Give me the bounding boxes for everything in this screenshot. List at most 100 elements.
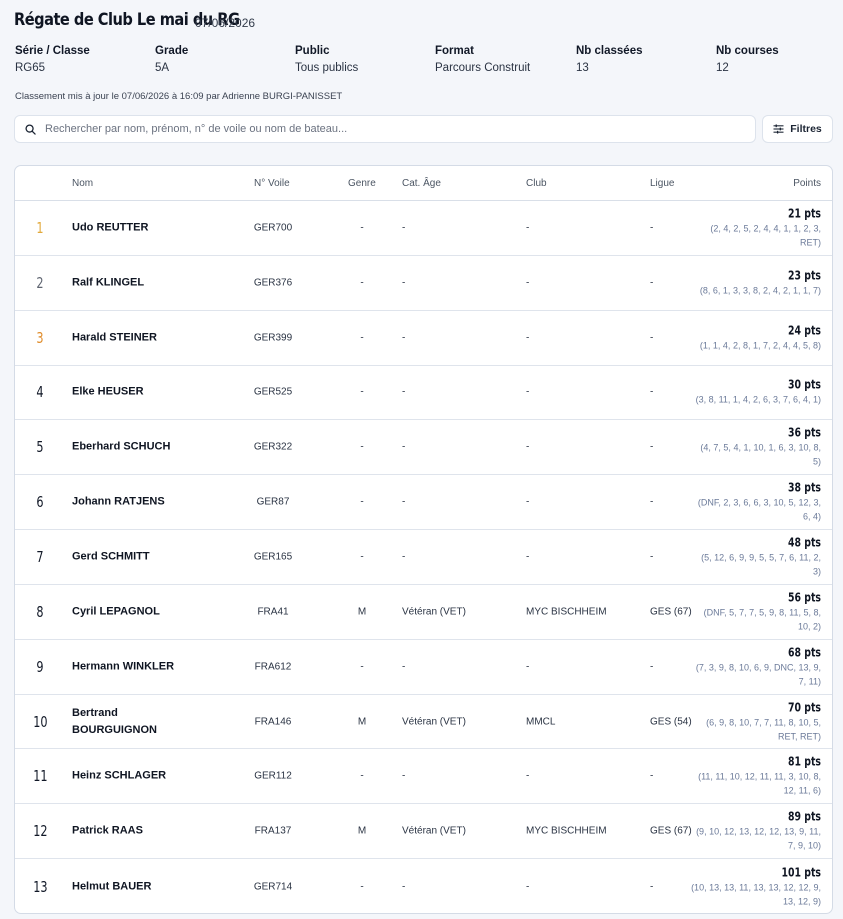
table-row[interactable]: 6 Johann RATJENS GER87 - - - - 38 pts (DNF, 2, 3… bbox=[15, 475, 832, 531]
meta-serie: Série / Classe RG65 bbox=[15, 45, 90, 74]
genre: - bbox=[360, 661, 364, 673]
club: - bbox=[526, 551, 530, 563]
sail-number: FRA41 bbox=[257, 606, 289, 618]
sailor-name: Harald STEINER bbox=[72, 331, 157, 344]
sailor-name: Gerd SCHMITT bbox=[72, 550, 150, 563]
points-total: 70 pts bbox=[787, 700, 821, 715]
sail-number: GER322 bbox=[253, 441, 293, 453]
sailor-name: Elke HEUSER bbox=[72, 385, 144, 398]
rank: 2 bbox=[36, 273, 44, 292]
genre: - bbox=[360, 881, 364, 893]
age-category: - bbox=[402, 441, 406, 453]
meta-label: Grade bbox=[155, 45, 189, 57]
points-detail: (4, 7, 5, 4, 1, 10, 1, 6, 3, 10, 8, 5) bbox=[700, 442, 821, 467]
meta-value: Tous publics bbox=[295, 62, 359, 74]
meta-value: Parcours Construit bbox=[435, 62, 531, 74]
sailor-name: Johann RATJENS bbox=[72, 495, 165, 508]
table-row[interactable]: 9 Hermann WINKLER FRA612 - - - - 68 pts (7, 3, 9… bbox=[15, 640, 832, 695]
points-total: 24 pts bbox=[787, 323, 821, 338]
points-detail: (10, 13, 13, 11, 13, 13, 12, 12, 9, 13, … bbox=[691, 882, 821, 907]
points: 56 pts (DNF, 5, 7, 7, 5, 9, 8, 11, 5, 8, … bbox=[691, 590, 821, 633]
sailor-name: Hermann WINKLER bbox=[72, 660, 175, 673]
sailor-name: Heinz SCHLAGER bbox=[72, 769, 167, 782]
points: 89 pts (9, 10, 12, 13, 12, 12, 13, 9, 11,… bbox=[691, 810, 821, 853]
ligue: - bbox=[650, 661, 654, 673]
table-row[interactable]: 12 Patrick RAAS FRA137 M Vétéran (VET) MYC BI… bbox=[15, 804, 832, 860]
table-row[interactable]: 1 Udo REUTTER GER700 - - - - 21 pts (2, 4, 2, 5,… bbox=[15, 201, 832, 256]
table-row[interactable]: 2 Ralf KLINGEL GER376 - - - - 23 pts (8, 6, 1, 3… bbox=[15, 256, 832, 311]
points-total: 101 pts bbox=[781, 865, 821, 880]
age-category: Vétéran (VET) bbox=[402, 716, 466, 728]
age-category: - bbox=[402, 551, 406, 563]
meta-value: 13 bbox=[576, 62, 589, 74]
ligue: GES (67) bbox=[650, 825, 692, 837]
rank: 4 bbox=[36, 383, 44, 402]
points-total: 48 pts bbox=[787, 535, 821, 550]
col-voile[interactable]: N° Voile bbox=[254, 178, 290, 189]
sail-number: GER165 bbox=[253, 551, 293, 563]
filters-button[interactable]: Filtres bbox=[762, 115, 833, 143]
club: - bbox=[526, 441, 530, 453]
points: 23 pts (8, 6, 1, 3, 3, 8, 2, 4, 2, 1, 1, … bbox=[691, 268, 821, 297]
update-info: Classement mis à jour le 07/06/2026 à 16… bbox=[15, 91, 343, 102]
club: - bbox=[526, 332, 530, 344]
points: 70 pts (6, 9, 8, 10, 7, 7, 11, 8, 10, 5, … bbox=[691, 700, 821, 743]
genre: - bbox=[360, 441, 364, 453]
table-row[interactable]: 13 Helmut BAUER GER714 - - - - 101 pts (10, 13, … bbox=[15, 859, 832, 913]
meta-value: RG65 bbox=[15, 62, 46, 74]
points-total: 30 pts bbox=[787, 377, 821, 392]
rank: 1 bbox=[36, 218, 44, 237]
club: - bbox=[526, 222, 530, 234]
rank: 11 bbox=[33, 767, 48, 786]
table-row[interactable]: 11 Heinz SCHLAGER GER112 - - - - 81 pts (11, 11,… bbox=[15, 749, 832, 805]
table-row[interactable]: 7 Gerd SCHMITT GER165 - - - - 48 pts (5, 12, 6, … bbox=[15, 530, 832, 585]
col-cat[interactable]: Cat. Âge bbox=[402, 178, 441, 189]
table-row[interactable]: 3 Harald STEINER GER399 - - - - 24 pts (1, 1, 4,… bbox=[15, 311, 832, 366]
genre: - bbox=[360, 496, 364, 508]
meta-label: Série / Classe bbox=[15, 45, 90, 57]
genre: - bbox=[360, 551, 364, 563]
ligue: - bbox=[650, 496, 654, 508]
points-detail: (7, 3, 9, 8, 10, 6, 9, DNC, 13, 9, 7, 11… bbox=[695, 662, 821, 687]
col-points[interactable]: Points bbox=[793, 178, 821, 189]
table-row[interactable]: 10 Bertrand BOURGUIGNON FRA146 M Vétéran (VE… bbox=[15, 695, 832, 750]
search-bar[interactable] bbox=[14, 115, 756, 143]
rank: 7 bbox=[36, 547, 44, 566]
genre: M bbox=[357, 716, 367, 728]
page-header: Régate de Club Le mai du RG 07/06/2026 bbox=[14, 10, 276, 30]
genre: - bbox=[360, 332, 364, 344]
genre: - bbox=[360, 222, 364, 234]
points-detail: (DNF, 2, 3, 6, 6, 3, 10, 5, 12, 3, 6, 4) bbox=[697, 497, 821, 522]
points-detail: (2, 4, 2, 5, 2, 4, 4, 1, 1, 2, 3, RET) bbox=[710, 223, 821, 248]
table-row[interactable]: 5 Eberhard SCHUCH GER322 - - - - 36 pts (4, 7, 5… bbox=[15, 420, 832, 476]
ligue: - bbox=[650, 222, 654, 234]
results-table: Nom N° Voile Genre Cat. Âge Club Ligue P… bbox=[14, 165, 833, 914]
search-input[interactable] bbox=[45, 123, 725, 135]
points-detail: (11, 11, 10, 12, 11, 11, 3, 10, 8, 12, 1… bbox=[698, 771, 821, 796]
search-icon bbox=[25, 123, 36, 135]
ligue: - bbox=[650, 386, 654, 398]
ligue: GES (54) bbox=[650, 716, 692, 728]
rank: 5 bbox=[36, 438, 44, 457]
table-row[interactable]: 4 Elke HEUSER GER525 - - - - 30 pts (3, 8, 11, 1… bbox=[15, 366, 832, 421]
sailor-name: Udo REUTTER bbox=[72, 221, 149, 234]
meta-format: Format Parcours Construit bbox=[435, 45, 530, 74]
sail-number: GER700 bbox=[253, 222, 293, 234]
age-category: Vétéran (VET) bbox=[402, 825, 466, 837]
table-row[interactable]: 8 Cyril LEPAGNOL FRA41 M Vétéran (VET) MYC BI… bbox=[15, 585, 832, 640]
points-total: 23 pts bbox=[787, 268, 821, 283]
club: - bbox=[526, 386, 530, 398]
club: - bbox=[526, 277, 530, 289]
club: - bbox=[526, 661, 530, 673]
meta-value: 5A bbox=[155, 62, 170, 74]
col-ligue[interactable]: Ligue bbox=[650, 178, 674, 189]
meta-label: Nb classées bbox=[576, 45, 643, 57]
sailor-name: Bertrand BOURGUIGNON bbox=[72, 706, 157, 736]
age-category: - bbox=[402, 881, 406, 893]
col-genre[interactable]: Genre bbox=[348, 178, 376, 189]
col-nom[interactable]: Nom bbox=[72, 178, 93, 189]
genre: - bbox=[360, 770, 364, 782]
sail-number: FRA146 bbox=[254, 716, 292, 728]
table-header: Nom N° Voile Genre Cat. Âge Club Ligue P… bbox=[15, 166, 832, 201]
col-club[interactable]: Club bbox=[526, 178, 547, 189]
